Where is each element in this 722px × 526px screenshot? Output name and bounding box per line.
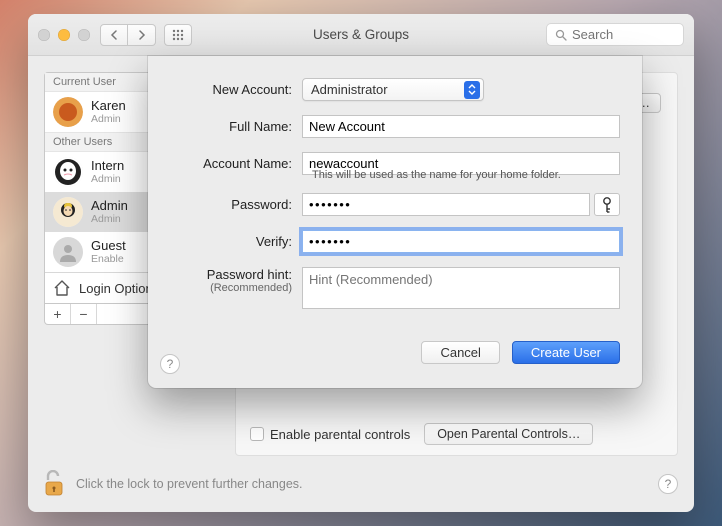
dialog-help-button[interactable]: ? [160, 354, 180, 374]
password-hint-input[interactable] [302, 267, 620, 309]
account-type-value: Administrator [311, 82, 388, 97]
enable-parental-label: Enable parental controls [270, 427, 410, 442]
user-name: Karen [91, 99, 126, 114]
nav-buttons [100, 24, 156, 46]
unlocked-padlock-icon[interactable] [44, 470, 66, 498]
avatar [53, 97, 83, 127]
avatar [53, 237, 83, 267]
grid-icon [172, 29, 184, 41]
help-button[interactable]: ? [658, 474, 678, 494]
account-type-select[interactable]: Administrator [302, 78, 484, 101]
search-field[interactable] [546, 23, 684, 46]
avatar [53, 197, 83, 227]
account-name-label: Account Name: [170, 156, 302, 171]
full-name-input[interactable] [302, 115, 620, 138]
create-user-button[interactable]: Create User [512, 341, 620, 364]
chevron-right-icon [138, 30, 146, 40]
add-user-button[interactable]: + [45, 304, 71, 324]
user-role: Admin [91, 213, 128, 225]
search-icon [555, 29, 567, 41]
cancel-button[interactable]: Cancel [421, 341, 499, 364]
close-window-button[interactable] [38, 29, 50, 41]
lockbar: Click the lock to prevent further change… [44, 470, 678, 498]
user-name: Intern [91, 159, 124, 174]
enable-parental-checkbox[interactable] [250, 427, 264, 441]
person-icon [58, 242, 78, 262]
back-button[interactable] [100, 24, 128, 46]
show-all-button[interactable] [164, 24, 192, 46]
parental-controls-row: Enable parental controls Open Parental C… [250, 423, 663, 445]
key-icon [601, 197, 613, 213]
forward-button[interactable] [128, 24, 156, 46]
verify-label: Verify: [170, 234, 302, 249]
full-name-label: Full Name: [170, 119, 302, 134]
open-parental-button[interactable]: Open Parental Controls… [424, 423, 593, 445]
chevron-updown-icon [464, 81, 480, 99]
traffic-lights [38, 29, 90, 41]
password-label: Password: [170, 197, 302, 212]
user-role: Admin [91, 113, 126, 125]
search-input[interactable] [572, 27, 675, 42]
user-name: Guest [91, 239, 126, 254]
new-account-label: New Account: [170, 82, 302, 97]
new-account-sheet: New Account: Administrator Full Name: Ac… [148, 56, 642, 388]
password-input[interactable] [302, 193, 590, 216]
remove-user-button[interactable]: − [71, 304, 97, 324]
minimize-window-button[interactable] [58, 29, 70, 41]
user-role: Enable [91, 253, 126, 265]
avatar [53, 157, 83, 187]
titlebar: Users & Groups [28, 14, 694, 56]
chevron-left-icon [110, 30, 118, 40]
password-assistant-button[interactable] [594, 193, 620, 216]
user-role: Admin [91, 173, 124, 185]
zoom-window-button[interactable] [78, 29, 90, 41]
user-name: Admin [91, 199, 128, 214]
home-icon [53, 279, 71, 297]
hint-label: Password hint: (Recommended) [170, 267, 302, 294]
new-account-form: New Account: Administrator Full Name: Ac… [148, 56, 642, 337]
verify-password-input[interactable] [302, 230, 620, 253]
dialog-buttons: Cancel Create User [148, 341, 642, 364]
lockbar-text: Click the lock to prevent further change… [76, 477, 303, 491]
